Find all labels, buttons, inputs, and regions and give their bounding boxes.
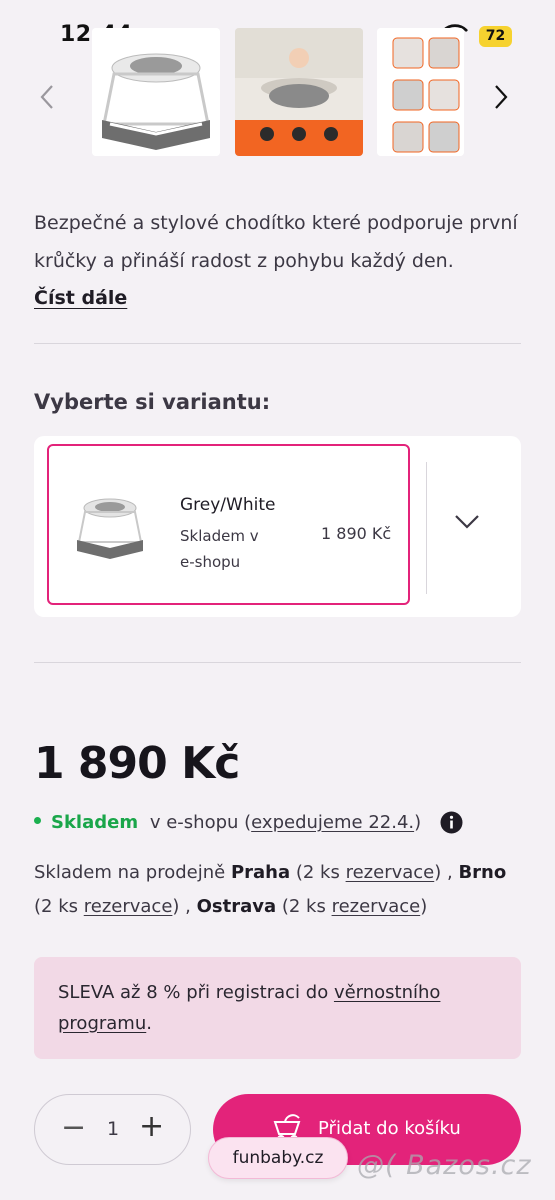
funbaby-watermark: funbaby.cz [208, 1137, 348, 1179]
store-praha: Praha [230, 862, 291, 883]
variant-stock: Skladem v e-shopu [180, 527, 259, 571]
stores-intro: Skladem na prodejně [34, 862, 231, 883]
bazos-watermark: @( Bazos.cz [357, 1150, 532, 1181]
stores-separator: ) , [172, 896, 197, 917]
variant-selector: Grey/White Skladem v e-shopu 1 890 Kč [34, 436, 521, 617]
promo-end: . [146, 1013, 152, 1034]
stock-dot-icon [34, 816, 41, 824]
store-praha-count: (2 ks [290, 862, 346, 883]
variant-image [77, 498, 143, 559]
quantity-stepper: − 1 + [34, 1094, 191, 1165]
read-more-link[interactable]: Číst dále [34, 287, 127, 309]
store-availability: Skladem na prodejně Praha (2 ks rezervac… [34, 856, 524, 924]
baby-walker-image [92, 28, 220, 156]
product-price: 1 890 Kč [34, 738, 240, 789]
loyalty-promo-banner: SLEVA až 8 % při registraci do věrnostní… [34, 957, 521, 1059]
reserve-brno-link[interactable]: rezervace [84, 896, 173, 917]
divider [34, 343, 521, 344]
reserve-praha-link[interactable]: rezervace [346, 862, 435, 883]
battery-indicator: 72 [479, 26, 512, 47]
stock-eshop-text: v e-shopu ( [149, 812, 252, 833]
store-brno-count: (2 ks [34, 896, 84, 917]
chevron-down-icon [455, 515, 479, 529]
chevron-right-icon [495, 85, 508, 109]
stores-separator: ) , [434, 862, 459, 883]
divider [426, 462, 427, 594]
gallery-thumbnail[interactable] [377, 28, 464, 156]
stock-close-paren: ) [414, 812, 422, 833]
quantity-increase-button[interactable]: + [139, 1112, 164, 1142]
divider [34, 662, 521, 663]
variant-name: Grey/White [180, 495, 276, 515]
gallery-thumbnail[interactable] [235, 28, 363, 156]
add-to-cart-label: Přidat do košíku [318, 1118, 461, 1139]
chevron-left-icon [40, 85, 53, 109]
store-brno: Brno [458, 862, 507, 883]
store-ostrava-count: (2 ks [276, 896, 332, 917]
baby-walker-room-image [235, 28, 363, 156]
baby-walker-details-image [377, 28, 464, 156]
variant-dropdown-button[interactable] [454, 514, 480, 534]
stores-end: ) [420, 896, 428, 917]
variant-option-grey-white[interactable]: Grey/White Skladem v e-shopu 1 890 Kč [47, 444, 410, 605]
quantity-decrease-button[interactable]: − [61, 1113, 86, 1143]
store-ostrava: Ostrava [196, 896, 277, 917]
info-icon[interactable] [440, 811, 463, 838]
variant-heading: Vyberte si variantu: [34, 390, 271, 414]
stock-status: Skladem v e-shopu (expedujeme 22.4.) [34, 812, 421, 833]
stock-status-label: Skladem [51, 812, 139, 833]
gallery-thumbnail[interactable] [92, 28, 220, 156]
gallery-next-button[interactable] [494, 84, 508, 116]
reserve-ostrava-link[interactable]: rezervace [332, 896, 421, 917]
quantity-value[interactable]: 1 [107, 1118, 119, 1140]
product-description: Bezpečné a stylové chodítko které podpor… [34, 212, 518, 272]
promo-text: SLEVA až 8 % při registraci do [58, 982, 334, 1003]
shipping-date-link[interactable]: expedujeme 22.4. [251, 812, 414, 833]
gallery-prev-button[interactable] [40, 84, 54, 116]
variant-price: 1 890 Kč [321, 524, 392, 543]
